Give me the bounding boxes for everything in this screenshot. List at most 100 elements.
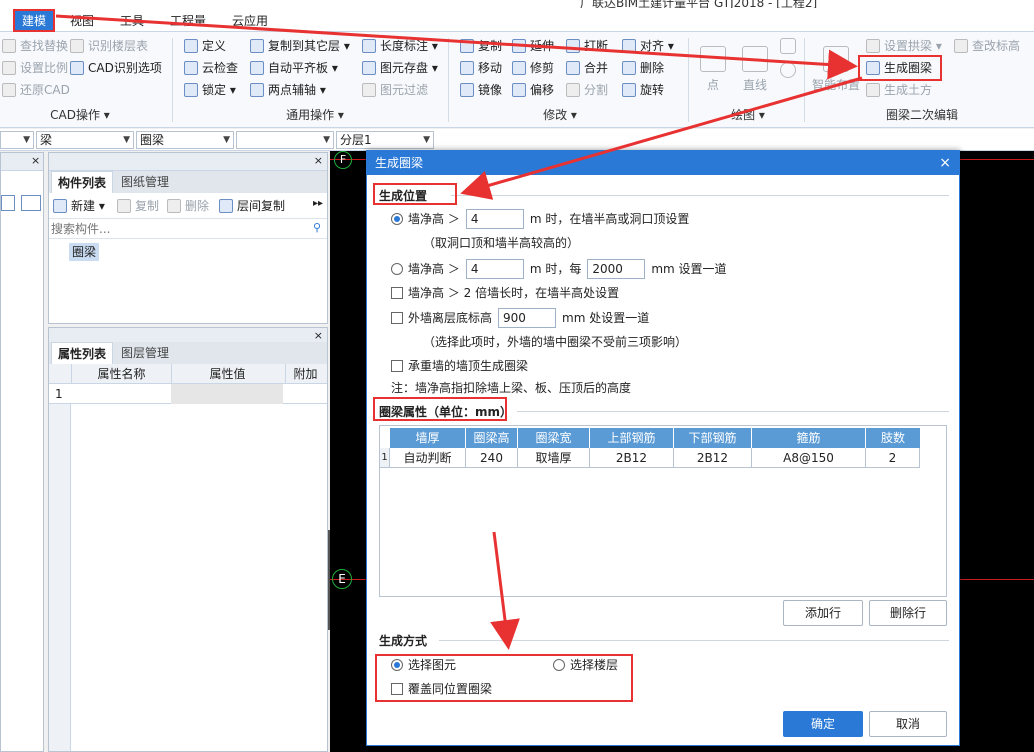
wall-height-input-1[interactable]: 4	[465, 209, 524, 229]
merge-button[interactable]: 合并	[566, 58, 608, 78]
position-option-3[interactable]: 墙净高 ＞ 2 倍墙长时，在墙半高处设置	[391, 283, 619, 303]
cad-options-button[interactable]: CAD识别选项	[70, 58, 162, 78]
copy-component-button[interactable]: 复制	[117, 196, 159, 216]
chevron-right-icon[interactable]: ▸▸	[313, 198, 323, 209]
cell-beam-width[interactable]: 取墙厚	[518, 448, 590, 468]
tab-layer-manage[interactable]: 图层管理	[115, 342, 176, 364]
smart-layout-button[interactable]: 智能布置	[810, 46, 862, 93]
axis-bubble-f[interactable]: F	[334, 151, 352, 169]
restore-cad-button[interactable]: 还原CAD	[2, 80, 70, 100]
set-scale-button[interactable]: 设置比例	[2, 58, 68, 78]
element-filter-button[interactable]: 图元过滤	[362, 80, 428, 100]
split-button[interactable]: 分割	[566, 80, 608, 100]
cell-beam-height[interactable]: 240	[466, 448, 518, 468]
outer-wall-height-input[interactable]: 900	[498, 308, 557, 328]
add-row-button[interactable]: 添加行	[783, 600, 863, 626]
search-input[interactable]	[51, 220, 301, 238]
check-position-5[interactable]	[391, 360, 403, 372]
ok-button[interactable]: 确定	[783, 711, 863, 737]
tab-drawing-manage[interactable]: 图纸管理	[115, 171, 176, 193]
floor-combo[interactable]: ▼	[0, 131, 34, 149]
prop-value-cell[interactable]	[171, 384, 283, 404]
position-option-2[interactable]: 墙净高 ＞ 4 m 时，每 2000 mm 设置一道	[391, 259, 727, 279]
check-override[interactable]	[391, 683, 403, 695]
position-option-4[interactable]: 外墙离层底标高 900 mm 处设置一道	[391, 308, 649, 328]
align-button[interactable]: 对齐 ▾	[622, 36, 674, 56]
component-item[interactable]: 圈梁	[69, 243, 100, 261]
close-icon[interactable]: ×	[31, 154, 40, 167]
auto-align-slab-button[interactable]: 自动平齐板 ▾	[250, 58, 338, 78]
tab-property-list[interactable]: 属性列表	[51, 342, 114, 364]
cell-bottom-rebar[interactable]: 2B12	[674, 448, 752, 468]
save-element-button[interactable]: 图元存盘 ▾	[362, 58, 438, 78]
menu-quantity[interactable]: 工程量	[162, 11, 214, 31]
wall-height-input-2[interactable]: 4	[465, 259, 524, 279]
set-arch-beam-button[interactable]: 设置拱梁 ▾	[866, 36, 942, 56]
position-option-5[interactable]: 承重墙的墙顶生成圈梁	[391, 356, 528, 376]
cell-legs[interactable]: 2	[866, 448, 920, 468]
menu-tools[interactable]: 工具	[112, 11, 152, 31]
layer-combo[interactable]: 分层1 ▼	[336, 131, 434, 149]
search-icon[interactable]: ⚲	[313, 221, 321, 234]
menu-modeling[interactable]: 建模	[14, 11, 55, 31]
radio-select-elements[interactable]	[391, 659, 403, 671]
delete-component-button[interactable]: 删除	[167, 196, 209, 216]
tab-component-list[interactable]: 构件列表	[51, 171, 114, 193]
offset-button[interactable]: 偏移	[512, 80, 554, 100]
menu-view[interactable]: 视图	[62, 11, 102, 31]
delete-row-button[interactable]: 删除行	[869, 600, 947, 626]
elevation-icon	[954, 39, 968, 53]
method-select-floors[interactable]: 选择楼层	[553, 655, 618, 675]
two-point-axis-button[interactable]: 两点辅轴 ▾	[250, 80, 326, 100]
component-type-combo[interactable]: 梁 ▼	[36, 131, 134, 149]
component-name-combo[interactable]: ▼	[236, 131, 334, 149]
override-same-position[interactable]: 覆盖同位置圈梁	[391, 679, 492, 699]
mirror-button[interactable]: 镜像	[460, 80, 502, 100]
check-position-3[interactable]	[391, 287, 403, 299]
copy-button[interactable]: 复制	[460, 36, 502, 56]
cloud-check-button[interactable]: 云检查	[184, 58, 238, 78]
identify-floor-table-button[interactable]: 识别楼层表	[70, 36, 148, 56]
generate-earthwork-button[interactable]: 生成土方	[866, 80, 932, 100]
delete-button[interactable]: 删除	[622, 58, 664, 78]
length-dimension-button[interactable]: 长度标注 ▾	[362, 36, 438, 56]
component-subtype-combo[interactable]: 圈梁 ▼	[136, 131, 234, 149]
grid-view-icon[interactable]	[21, 195, 41, 211]
list-view-icon[interactable]	[1, 195, 15, 211]
point-tool[interactable]: 点	[698, 46, 728, 93]
check-elevation-button[interactable]: 查改标高	[954, 36, 1020, 56]
radio-select-floors[interactable]	[553, 659, 565, 671]
radio-position-1[interactable]	[391, 213, 403, 225]
method-select-elements[interactable]: 选择图元	[391, 655, 456, 675]
close-icon[interactable]: ×	[314, 154, 323, 167]
section-method: 生成方式	[379, 634, 428, 648]
circle-tool[interactable]	[778, 62, 798, 82]
lock-button[interactable]: 锁定 ▾	[184, 80, 236, 100]
find-replace-button[interactable]: 查找替换	[2, 36, 68, 56]
cell-top-rebar[interactable]: 2B12	[590, 448, 674, 468]
cancel-button[interactable]: 取消	[869, 711, 947, 737]
trim-button[interactable]: 修剪	[512, 58, 554, 78]
arc-tool[interactable]	[778, 38, 798, 58]
close-icon[interactable]: ×	[314, 329, 323, 342]
position-option-1[interactable]: 墙净高 ＞ 4 m 时，在墙半高或洞口顶设置	[391, 209, 689, 229]
move-button[interactable]: 移动	[460, 58, 502, 78]
close-icon[interactable]: ×	[939, 151, 951, 175]
copy-to-layer-button[interactable]: 复制到其它层 ▾	[250, 36, 350, 56]
cell-stirrup[interactable]: A8@150	[752, 448, 866, 468]
floor-copy-button[interactable]: 层间复制	[219, 196, 285, 216]
break-button[interactable]: 打断	[566, 36, 608, 56]
cell-wall-thickness[interactable]: 自动判断	[390, 448, 466, 468]
axis-bubble-e[interactable]: E	[332, 569, 352, 589]
rotate-button[interactable]: 旋转	[622, 80, 664, 100]
table-row[interactable]: 1	[49, 384, 327, 404]
check-position-4[interactable]	[391, 312, 403, 324]
define-button[interactable]: 定义	[184, 36, 226, 56]
menu-cloud[interactable]: 云应用	[224, 11, 276, 31]
new-component-button[interactable]: 新建 ▾	[53, 196, 105, 216]
extend-button[interactable]: 延伸	[512, 36, 554, 56]
generate-ring-beam-button[interactable]: 生成圈梁	[866, 58, 932, 78]
radio-position-2[interactable]	[391, 263, 403, 275]
line-tool[interactable]: 直线	[738, 46, 772, 93]
interval-input[interactable]: 2000	[587, 259, 646, 279]
